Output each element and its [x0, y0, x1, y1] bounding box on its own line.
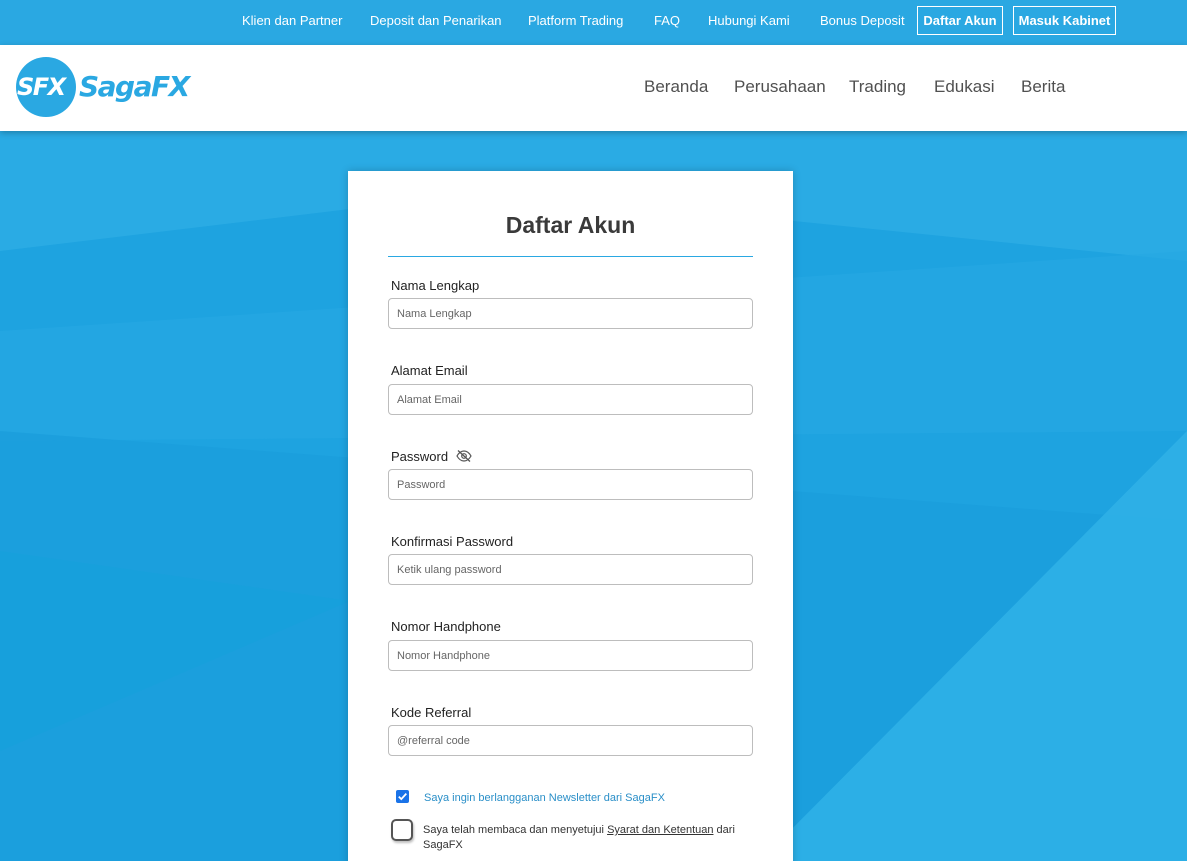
- top-link-faq[interactable]: FAQ: [654, 13, 680, 29]
- eye-slash-icon[interactable]: [456, 449, 472, 462]
- sagafx-logo[interactable]: SFX SagaFX: [16, 57, 190, 119]
- referral-input[interactable]: [388, 725, 753, 756]
- password-input[interactable]: [388, 469, 753, 500]
- full-name-input[interactable]: [388, 298, 753, 329]
- confirm-password-label: Konfirmasi Password: [391, 534, 514, 549]
- newsletter-checkbox[interactable]: [396, 790, 409, 803]
- top-link-deposit-penarikan[interactable]: Deposit dan Penarikan: [370, 13, 502, 29]
- nav-berita[interactable]: Berita: [1021, 77, 1065, 97]
- email-input[interactable]: [388, 384, 753, 415]
- checkmark-icon: [398, 792, 407, 801]
- terms-label: Saya telah membaca dan menyetujui Syarat…: [423, 823, 753, 853]
- top-link-bonus-deposit[interactable]: Bonus Deposit: [820, 13, 905, 29]
- title-divider: [388, 256, 753, 257]
- logo-wordmark: SagaFX: [79, 70, 190, 103]
- newsletter-label: Saya ingin berlangganan Newsletter dari …: [424, 792, 665, 804]
- terms-checkbox[interactable]: [391, 819, 413, 841]
- register-button[interactable]: Daftar Akun: [917, 6, 1003, 35]
- phone-input[interactable]: [388, 640, 753, 671]
- terms-link[interactable]: Syarat dan Ketentuan: [607, 824, 713, 836]
- email-label: Alamat Email: [391, 363, 468, 378]
- nav-edukasi[interactable]: Edukasi: [934, 77, 994, 97]
- top-link-klien-partner[interactable]: Klien dan Partner: [242, 13, 342, 29]
- registration-card: Daftar Akun Nama Lengkap Alamat Email Pa…: [348, 171, 793, 861]
- top-bar: Klien dan Partner Deposit dan Penarikan …: [0, 0, 1187, 45]
- nav-beranda[interactable]: Beranda: [644, 77, 708, 97]
- referral-label: Kode Referral: [391, 705, 472, 720]
- logo-mark: SFX: [17, 73, 66, 101]
- top-link-hubungi-kami[interactable]: Hubungi Kami: [708, 13, 790, 29]
- top-link-platform-trading[interactable]: Platform Trading: [528, 13, 623, 29]
- nav-trading[interactable]: Trading: [849, 77, 906, 97]
- confirm-password-input[interactable]: [388, 554, 753, 585]
- full-name-label: Nama Lengkap: [391, 278, 480, 293]
- form-title: Daftar Akun: [505, 212, 636, 238]
- terms-prefix: Saya telah membaca dan menyetujui: [423, 824, 608, 836]
- phone-label: Nomor Handphone: [391, 619, 501, 634]
- login-cabinet-button[interactable]: Masuk Kabinet: [1013, 6, 1116, 35]
- nav-perusahaan[interactable]: Perusahaan: [734, 77, 826, 97]
- password-label: Password: [391, 449, 449, 464]
- main-header: SFX SagaFX Beranda Perusahaan Trading Ed…: [0, 45, 1187, 131]
